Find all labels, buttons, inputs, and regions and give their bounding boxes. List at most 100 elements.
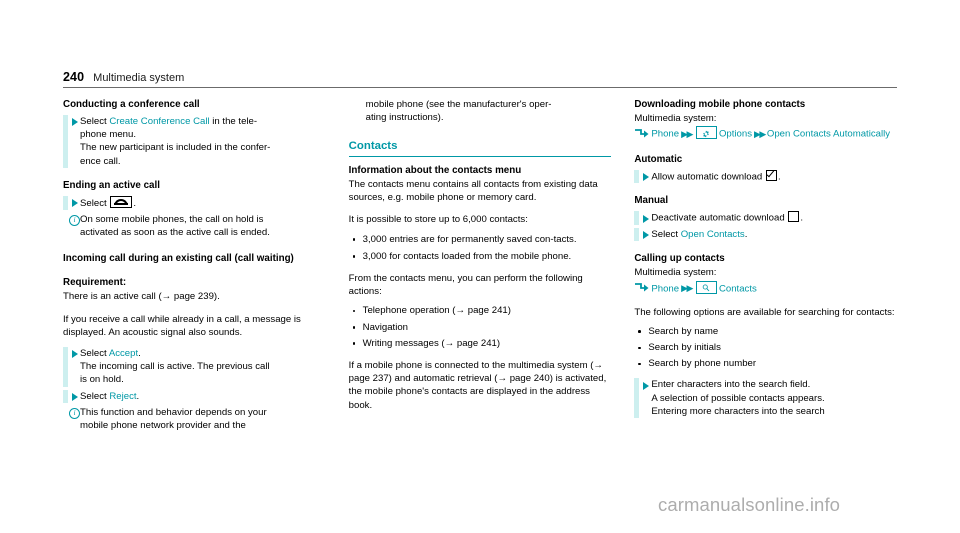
phone-hangup-icon[interactable] bbox=[110, 195, 133, 209]
list-item: 3,000 for contacts loaded from the mobil… bbox=[349, 250, 612, 263]
bullet-list-actions: Telephone operation (→ page 241) Navigat… bbox=[349, 304, 612, 350]
action-line-1: Enter characters into the search field. bbox=[651, 379, 811, 391]
action-accept-call: Select Accept. The incoming call is acti… bbox=[63, 347, 326, 387]
checkbox-checked-icon[interactable] bbox=[765, 169, 777, 181]
action-end-call: Select . bbox=[63, 195, 326, 211]
gear-icon[interactable] bbox=[695, 126, 717, 140]
action-allow-automatic-download: Allow automatic download . bbox=[634, 169, 897, 184]
note-line-1: This function and behavior depends on yo… bbox=[80, 406, 267, 418]
action-select-open-contacts: Select Open Contacts. bbox=[634, 228, 897, 242]
para-continuation-line-2: ating instructions). bbox=[365, 112, 444, 124]
action-line-2: A selection of possible contacts appears… bbox=[651, 392, 825, 404]
list-item: Writing messages (→ page 241) bbox=[349, 337, 612, 350]
page-header: 240 Multimedia system bbox=[63, 70, 897, 88]
path-separator-icon: ▶▶ bbox=[681, 283, 693, 294]
action-marker-icon bbox=[642, 214, 649, 223]
action-line-2: The incoming call is active. The previou… bbox=[80, 361, 270, 373]
label-multimedia-system-1: Multimedia system: bbox=[634, 113, 717, 124]
note-line-2: activated as soon as the active call is … bbox=[80, 227, 270, 239]
action-marker-icon bbox=[71, 350, 78, 359]
para-continuation-line-1: mobile phone (see the manufacturer's ope… bbox=[365, 99, 552, 110]
bullet-list-search-options: Search by name Search by initials Search… bbox=[634, 325, 897, 371]
heading-manual: Manual bbox=[634, 195, 669, 207]
heading-incoming-call-waiting: Incoming call during an existing call (c… bbox=[63, 253, 294, 265]
action-tail: . bbox=[777, 171, 781, 183]
action-marker-icon bbox=[642, 231, 649, 240]
select-label: Select bbox=[80, 197, 107, 209]
page-number: 240 bbox=[63, 70, 85, 84]
select-label: Select bbox=[651, 229, 679, 241]
menu-item-open-contacts-automatically[interactable]: Open Contacts Automatically bbox=[767, 129, 890, 140]
note-line-2: mobile phone network provider and the bbox=[80, 420, 246, 432]
manual-page: 240 Multimedia system Conducting a confe… bbox=[0, 0, 960, 533]
list-item: Navigation bbox=[349, 321, 612, 334]
right-column: Downloading mobile phone contacts Multim… bbox=[634, 98, 897, 432]
heading-information-contacts-menu: Information about the contacts menu bbox=[348, 164, 522, 176]
path-separator-icon: ▶▶ bbox=[754, 128, 766, 139]
action-marker-icon bbox=[71, 118, 78, 127]
section-heading-contacts: Contacts bbox=[348, 139, 612, 157]
chapter-title: Multimedia system bbox=[93, 72, 185, 84]
action-tail: in the tele- bbox=[212, 116, 258, 127]
link-accept[interactable]: Accept bbox=[109, 348, 138, 359]
bullet-list-capacity: 3,000 entries are for permanently saved … bbox=[349, 233, 612, 263]
list-item: Telephone operation (→ page 241) bbox=[349, 304, 612, 317]
checkbox-unchecked-icon[interactable] bbox=[788, 211, 800, 223]
select-label: Select bbox=[80, 390, 107, 402]
action-marker-icon bbox=[71, 199, 78, 207]
action-tail: . bbox=[136, 390, 140, 402]
action-reject-call: Select Reject. bbox=[63, 389, 326, 404]
menu-path-contacts: Phone ▶▶ Contacts bbox=[634, 280, 897, 297]
action-marker-icon bbox=[642, 381, 649, 390]
info-circle-icon: i bbox=[69, 407, 80, 419]
heading-requirement: Requirement: bbox=[63, 277, 127, 289]
action-tail: . bbox=[133, 197, 137, 209]
action-deactivate-automatic-download: Deactivate automatic download . bbox=[634, 211, 897, 225]
action-tail: . bbox=[744, 229, 748, 241]
left-column: Conducting a conference call Select Crea… bbox=[63, 98, 326, 432]
action-tail: . bbox=[800, 212, 804, 224]
note-call-on-hold: i On some mobile phones, the call on hol… bbox=[63, 213, 326, 239]
step-arrow-icon bbox=[634, 283, 649, 292]
link-create-conference-call[interactable]: Create Conference Call bbox=[109, 116, 209, 127]
list-item: 3,000 entries are for permanently saved … bbox=[349, 233, 612, 246]
para-contacts-menu: The contacts menu contains all contacts … bbox=[348, 178, 598, 204]
list-item: Search by phone number bbox=[634, 357, 897, 370]
action-text: Deactivate automatic download bbox=[651, 212, 785, 224]
link-open-contacts[interactable]: Open Contacts bbox=[681, 229, 745, 240]
heading-downloading-contacts: Downloading mobile phone contacts bbox=[634, 99, 806, 110]
select-label: Select bbox=[80, 348, 107, 360]
action-line-3: is on hold. bbox=[80, 374, 124, 386]
menu-item-phone[interactable]: Phone bbox=[651, 129, 679, 140]
heading-calling-up-contacts: Calling up contacts bbox=[634, 253, 725, 265]
para-search-options: The following options are available for … bbox=[634, 306, 895, 318]
para-requirement: There is an active call (→ page 239). bbox=[63, 291, 220, 303]
heading-ending-active-call: Ending an active call bbox=[63, 179, 160, 191]
select-label: Select bbox=[80, 116, 107, 127]
list-item: Search by name bbox=[634, 325, 897, 338]
action-line-2: phone menu. bbox=[80, 129, 137, 141]
note-network-provider: i This function and behavior depends on … bbox=[63, 406, 326, 432]
action-line-3: The new participant is included in the c… bbox=[80, 142, 271, 154]
content-columns: Conducting a conference call Select Crea… bbox=[63, 98, 897, 432]
action-marker-icon bbox=[71, 392, 78, 401]
label-multimedia-system-2: Multimedia system: bbox=[634, 267, 717, 279]
action-line-4: ence call. bbox=[80, 155, 121, 167]
note-line-1: On some mobile phones, the call on hold … bbox=[80, 214, 264, 226]
action-line-3: Entering more characters into the search bbox=[651, 405, 825, 417]
action-create-conference-call: Select Create Conference Call in the tel… bbox=[63, 115, 326, 168]
para-contacts-actions: From the contacts menu, you can perform … bbox=[348, 272, 583, 298]
menu-item-options[interactable]: Options bbox=[719, 129, 752, 140]
menu-item-phone[interactable]: Phone bbox=[651, 283, 679, 294]
menu-item-contacts[interactable]: Contacts bbox=[719, 283, 757, 294]
link-reject[interactable]: Reject bbox=[109, 391, 136, 402]
action-tail: . bbox=[138, 348, 141, 360]
action-marker-icon bbox=[642, 172, 649, 181]
para-phone-connected: If a mobile phone is connected to the mu… bbox=[348, 359, 607, 411]
watermark: carmanualsonline.info bbox=[658, 494, 841, 515]
list-item: Search by initials bbox=[634, 341, 897, 354]
action-text: Allow automatic download bbox=[651, 171, 763, 183]
heading-conducting-conference-call: Conducting a conference call bbox=[63, 99, 200, 110]
middle-column: mobile phone (see the manufacturer's ope… bbox=[348, 98, 612, 432]
magnifier-icon[interactable] bbox=[695, 280, 717, 294]
